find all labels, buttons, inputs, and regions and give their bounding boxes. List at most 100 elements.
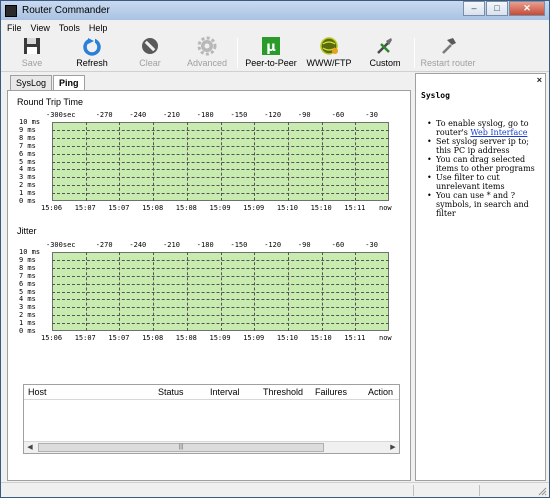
jitter-y-tick-label: 10 ms bbox=[19, 248, 41, 256]
jitter-x-tick-label: 15:10 bbox=[310, 334, 332, 342]
scroll-left-arrow-icon[interactable]: ◀ bbox=[24, 442, 36, 453]
web-interface-link[interactable]: Web Interface bbox=[470, 128, 527, 137]
refresh-button[interactable]: Refresh bbox=[71, 36, 113, 70]
close-button[interactable]: ✕ bbox=[509, 1, 545, 16]
rtt-time-offset-label: -60 bbox=[331, 111, 345, 119]
menu-help[interactable]: Help bbox=[89, 23, 108, 33]
rtt-v-gridline bbox=[321, 122, 323, 201]
column-host[interactable]: Host bbox=[28, 387, 47, 397]
tab-ping[interactable]: Ping bbox=[53, 75, 85, 90]
peer-to-peer-label: Peer-to-Peer bbox=[245, 58, 297, 68]
jitter-time-offset-label: -210 bbox=[163, 241, 180, 249]
panel-title: Syslog bbox=[421, 91, 450, 100]
column-failures[interactable]: Failures bbox=[315, 387, 347, 397]
save-button[interactable]: Save bbox=[11, 36, 53, 70]
toolbar: Save Refresh Clear Advanced µ Peer-to-Pe bbox=[1, 35, 549, 72]
jitter-x-tick-label: 15:06 bbox=[41, 334, 63, 342]
horizontal-scrollbar[interactable]: ◀ ||| ▶ bbox=[24, 441, 399, 453]
jitter-time-offset-label: -180 bbox=[196, 241, 214, 249]
rtt-x-tick-label: 15:11 bbox=[344, 204, 366, 212]
clear-label: Clear bbox=[139, 58, 161, 68]
jitter-y-tick-label: 0 ms bbox=[19, 327, 36, 335]
column-interval[interactable]: Interval bbox=[210, 387, 240, 397]
rtt-y-tick-label: 3 ms bbox=[19, 173, 36, 182]
syslog-help-panel: × Syslog To enable syslog, go to router'… bbox=[415, 73, 546, 481]
list-item: You can use * and ? symbols, in search a… bbox=[421, 191, 544, 218]
restart-router-button[interactable]: Restart router bbox=[419, 36, 477, 70]
refresh-label: Refresh bbox=[76, 58, 108, 68]
app-icon bbox=[5, 4, 17, 17]
scroll-right-arrow-icon[interactable]: ▶ bbox=[387, 442, 399, 453]
jitter-x-tick-label: 15:07 bbox=[74, 334, 96, 342]
ping-tab-content: Round Trip Time 10 ms 9 ms 8 ms 7 ms 6 ms 5 m… bbox=[7, 90, 411, 481]
jitter-time-offset-label: -270 bbox=[95, 241, 113, 249]
rtt-time-offset-label: -180 bbox=[196, 111, 214, 119]
www-ftp-button[interactable]: WWW/FTP bbox=[306, 36, 352, 70]
jitter-chart: 10 ms 9 ms 8 ms 7 ms 6 ms 5 ms 4 ms 3 ms 2 ms 1 m… bbox=[19, 241, 392, 345]
rtt-time-offset-label: -210 bbox=[163, 111, 180, 119]
jitter-v-gridline bbox=[355, 252, 357, 331]
jitter-y-tick-label: 7 ms bbox=[19, 271, 36, 280]
column-status[interactable]: Status bbox=[158, 387, 184, 397]
jitter-time-offset-label: -60 bbox=[331, 241, 345, 249]
jitter-x-tick-label: 15:11 bbox=[344, 334, 366, 342]
jitter-y-tick-label: 1 ms bbox=[19, 319, 36, 328]
custom-tools-icon bbox=[375, 36, 395, 56]
list-item: You can drag selected items to other pro… bbox=[421, 155, 544, 173]
rtt-v-gridline bbox=[85, 122, 87, 201]
column-action[interactable]: Action bbox=[368, 387, 393, 397]
save-label: Save bbox=[21, 58, 43, 68]
rtt-v-gridline bbox=[355, 122, 357, 201]
minimize-button[interactable]: – bbox=[463, 1, 485, 16]
jitter-y-tick-label: 5 ms bbox=[19, 287, 36, 296]
jitter-y-tick-label: 6 ms bbox=[19, 279, 36, 288]
rtt-v-gridline bbox=[119, 122, 121, 201]
gear-icon bbox=[197, 36, 217, 56]
resize-grip-icon[interactable] bbox=[537, 486, 547, 496]
rtt-y-tick-label: 2 ms bbox=[19, 181, 36, 190]
menu-view[interactable]: View bbox=[31, 23, 50, 33]
column-threshold[interactable]: Threshold bbox=[263, 387, 303, 397]
window-controls: – □ ✕ bbox=[462, 1, 545, 16]
menu-file[interactable]: File bbox=[7, 23, 22, 33]
rtt-time-offset-label: -30 bbox=[365, 111, 378, 119]
jitter-time-offset-label: -300sec bbox=[46, 241, 76, 249]
jitter-y-tick-label: 8 ms bbox=[19, 263, 36, 272]
jitter-v-gridline bbox=[220, 252, 222, 331]
svg-text:µ: µ bbox=[266, 40, 276, 55]
rtt-x-tick-label: 15:07 bbox=[108, 204, 130, 212]
jitter-y-tick-label: 4 ms bbox=[19, 295, 36, 304]
tab-syslog[interactable]: SysLog bbox=[10, 75, 53, 90]
title-bar[interactable]: Router Commander – □ ✕ bbox=[1, 1, 549, 20]
jitter-x-tick-label: 15:08 bbox=[175, 334, 197, 342]
globe-icon bbox=[319, 36, 339, 56]
menu-tools[interactable]: Tools bbox=[59, 23, 80, 33]
ping-hosts-table: Host Status Interval Threshold Failures … bbox=[23, 384, 400, 454]
advanced-button[interactable]: Advanced bbox=[185, 36, 229, 70]
jitter-time-offset-label: -30 bbox=[365, 241, 378, 249]
jitter-y-tick-label: 9 ms bbox=[19, 255, 36, 264]
rtt-time-offset-label: -300sec bbox=[46, 111, 76, 119]
jitter-time-offset-label: -120 bbox=[264, 241, 282, 249]
rtt-x-tick-label: 15:10 bbox=[310, 204, 332, 212]
peer-to-peer-button[interactable]: µ Peer-to-Peer bbox=[243, 36, 299, 70]
clear-button[interactable]: Clear bbox=[129, 36, 171, 70]
scroll-thumb[interactable]: ||| bbox=[38, 443, 324, 452]
advanced-label: Advanced bbox=[186, 58, 228, 68]
custom-button[interactable]: Custom bbox=[365, 36, 405, 70]
jitter-y-tick-label: 3 ms bbox=[19, 303, 36, 312]
menu-bar: File View Tools Help bbox=[1, 20, 549, 35]
rtt-v-gridline bbox=[254, 122, 256, 201]
panel-close-icon[interactable]: × bbox=[537, 75, 542, 85]
maximize-button[interactable]: □ bbox=[486, 1, 508, 16]
toolbar-separator bbox=[237, 38, 238, 68]
rtt-x-tick-label: 15:08 bbox=[142, 204, 164, 212]
jitter-v-gridline bbox=[119, 252, 121, 331]
window-title: Router Commander bbox=[22, 5, 110, 16]
table-header: Host Status Interval Threshold Failures … bbox=[24, 385, 399, 400]
rtt-y-tick-label: 1 ms bbox=[19, 189, 36, 198]
toolbar-separator bbox=[414, 38, 415, 68]
rtt-y-tick-label: 5 ms bbox=[19, 157, 36, 166]
list-item: Use filter to cut unrelevant items bbox=[421, 173, 544, 191]
jitter-v-gridline bbox=[85, 252, 87, 331]
